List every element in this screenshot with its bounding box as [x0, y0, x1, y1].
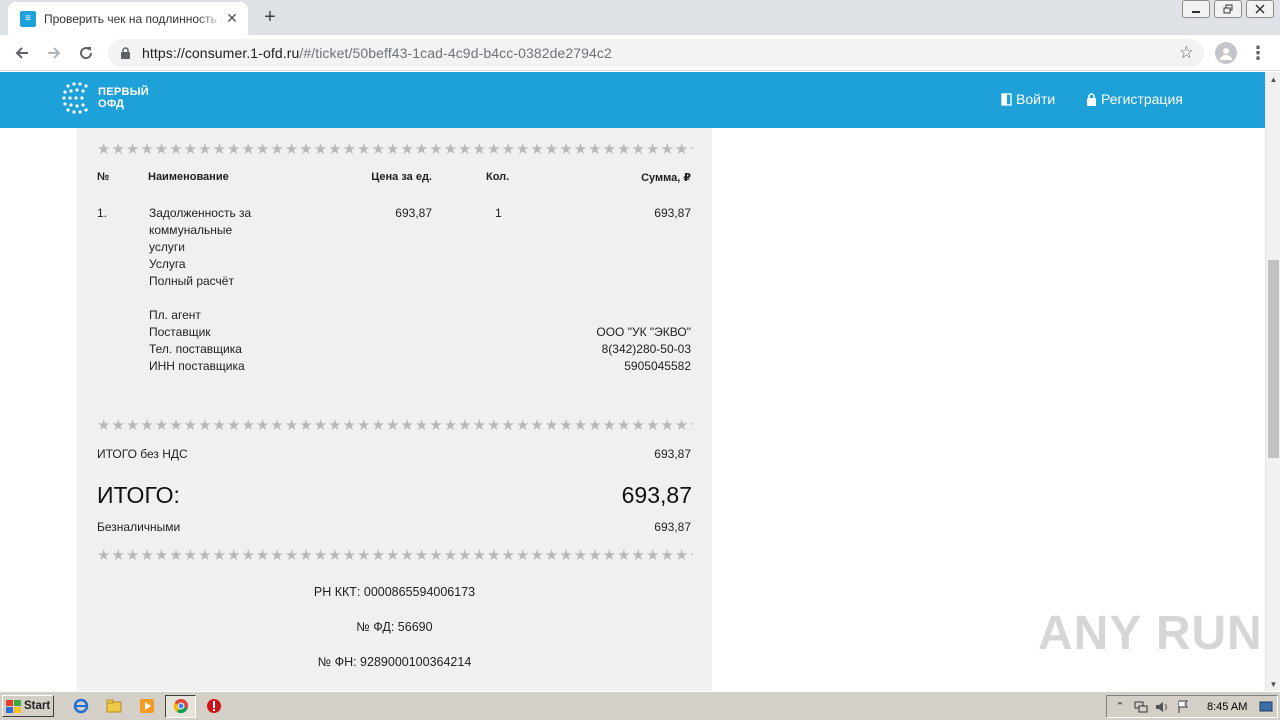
ofd-logo-icon [62, 82, 88, 114]
supplier-inn-label: ИНН поставщика [149, 359, 245, 373]
item-name-line: Задолженность за [149, 206, 252, 220]
receipt: ★★★★★★★★★★★★★★★★★★★★★★★★★★★★★★★★★★★★★★★★… [77, 128, 712, 691]
url-text[interactable]: https://consumer.1-ofd.ru/#/ticket/50bef… [142, 45, 612, 61]
media-player-icon[interactable] [138, 697, 156, 715]
network-icon[interactable] [1133, 699, 1149, 715]
lock-icon[interactable] [118, 46, 132, 60]
scroll-down-icon[interactable]: ▼ [1266, 677, 1280, 691]
show-desktop-icon[interactable] [1258, 699, 1274, 715]
item-qty: 1 [495, 206, 502, 220]
anyrun-watermark: ANY RUN [1038, 607, 1263, 660]
browser-tab-active[interactable]: ≡ Проверить чек на подлинность онлайн ✕ [8, 2, 248, 35]
restore-button[interactable] [1214, 0, 1242, 18]
register-label: Регистрация [1101, 91, 1183, 107]
agent-label: Пл. агент [149, 308, 201, 322]
volume-icon[interactable] [1154, 699, 1170, 715]
opera-stop-icon[interactable] [205, 697, 223, 715]
supplier-phone-value: 8(342)280-50-03 [601, 342, 691, 356]
close-tab-icon[interactable]: ✕ [224, 10, 240, 27]
site-header: ПЕРВЫЙ ОФД Войти Регистрация [0, 72, 1265, 128]
forward-button[interactable] [42, 41, 66, 65]
col-header-num: № [97, 171, 110, 183]
item-name-line: услуги [149, 240, 185, 254]
total-label: ИТОГО: [97, 482, 180, 508]
door-icon [1001, 92, 1012, 106]
system-tray: ⌃ [1106, 695, 1278, 718]
agent-values: ООО "УК "ЭКВО" 8(342)280-50-03 590504558… [491, 307, 691, 375]
url-path: /#/ticket/50beff43-1cad-4c9d-b4cc-0382de… [299, 45, 612, 61]
browser-tab-strip: ≡ Проверить чек на подлинность онлайн ✕ … [0, 0, 1280, 35]
logo-line-2: ОФД [98, 98, 125, 110]
col-header-sum: Сумма, ₽ [641, 172, 691, 184]
windows-taskbar: Start ⌃ 8:45 AM [0, 691, 1280, 720]
receipt-separator: ★★★★★★★★★★★★★★★★★★★★★★★★★★★★★★★★★★★★★★★★… [97, 548, 693, 564]
restore-icon [1223, 4, 1233, 14]
payment-label: Безналичными [97, 520, 181, 534]
supplier-label: Поставщик [149, 325, 211, 339]
item-type: Услуга [149, 257, 186, 271]
subtotal-label: ИТОГО без НДС [97, 447, 188, 461]
item-price: 693,87 [395, 206, 432, 220]
login-link[interactable]: Войти [1001, 91, 1055, 107]
site-favicon-icon: ≡ [20, 10, 36, 27]
receipt-separator: ★★★★★★★★★★★★★★★★★★★★★★★★★★★★★★★★★★★★★★★★… [97, 418, 693, 434]
fn-number: № ФН: 9289000100364214 [317, 655, 472, 669]
logo-line-1: ПЕРВЫЙ [98, 86, 149, 98]
fd-number: № ФД: 56690 [356, 620, 433, 634]
browser-menu-icon[interactable]: ⋮ [1249, 41, 1267, 65]
item-name-line: коммунальные [149, 223, 233, 237]
back-button[interactable] [10, 41, 34, 65]
agent-labels: Пл. агент Поставщик Тел. поставщика ИНН … [149, 307, 245, 375]
rn-kkt: РН ККТ: 0000865594006173 [313, 585, 476, 599]
col-header-price: Цена за ед. [371, 171, 432, 183]
item-sum: 693,87 [654, 206, 691, 220]
profile-avatar-icon[interactable] [1215, 42, 1237, 64]
address-bar[interactable]: https://consumer.1-ofd.ru/#/ticket/50bef… [108, 39, 1204, 67]
minimize-button[interactable] [1182, 0, 1210, 18]
item-name: Задолженность за коммунальные услуги Усл… [149, 205, 251, 290]
action-center-flag-icon[interactable] [1175, 699, 1191, 715]
site-logo[interactable]: ПЕРВЫЙ ОФД [62, 80, 149, 116]
item-payment-method: Полный расчёт [149, 274, 234, 288]
windows-flag-icon [6, 699, 21, 713]
taskbar-clock[interactable]: 8:45 AM [1207, 701, 1247, 713]
receipt-separator: ★★★★★★★★★★★★★★★★★★★★★★★★★★★★★★★★★★★★★★★★… [97, 142, 693, 158]
lock-icon [1087, 92, 1096, 106]
new-tab-button[interactable]: + [258, 5, 282, 29]
chrome-icon[interactable] [172, 697, 190, 715]
internet-explorer-icon[interactable] [72, 697, 90, 715]
url-host: https://consumer.1-ofd.ru [142, 45, 300, 61]
reload-button[interactable] [74, 41, 98, 65]
browser-toolbar: https://consumer.1-ofd.ru/#/ticket/50bef… [0, 35, 1280, 71]
subtotal-value: 693,87 [654, 447, 691, 461]
close-icon [1255, 4, 1265, 14]
register-link[interactable]: Регистрация [1086, 91, 1183, 107]
forward-arrow-icon [48, 47, 61, 59]
close-window-button[interactable] [1246, 0, 1274, 18]
payment-value: 693,87 [654, 520, 691, 534]
login-label: Войти [1016, 91, 1056, 107]
logo-text: ПЕРВЫЙ ОФД [98, 86, 149, 110]
back-arrow-icon [15, 47, 28, 59]
col-header-name: Наименование [148, 171, 229, 183]
tab-title: Проверить чек на подлинность онлайн [44, 11, 224, 26]
scroll-up-icon[interactable]: ▲ [1266, 72, 1280, 86]
supplier-phone-label: Тел. поставщика [149, 342, 242, 356]
window-controls [1182, 0, 1274, 18]
start-button[interactable]: Start [2, 695, 54, 717]
tray-expand-icon[interactable]: ⌃ [1112, 699, 1128, 715]
explorer-folder-icon[interactable] [105, 697, 123, 715]
col-header-qty: Кол. [486, 171, 510, 183]
bookmark-star-icon[interactable]: ☆ [1179, 43, 1194, 63]
agent-value [491, 307, 691, 324]
scroll-thumb[interactable] [1268, 260, 1279, 458]
page-scrollbar[interactable]: ▲ ▼ [1265, 72, 1280, 691]
total-value: 693,87 [621, 482, 692, 508]
minimize-icon [1192, 11, 1200, 13]
start-label: Start [24, 700, 51, 712]
item-number: 1. [97, 206, 108, 220]
reload-icon [80, 47, 93, 60]
supplier-value: ООО "УК "ЭКВО" [596, 325, 691, 339]
supplier-inn-value: 5905045582 [624, 359, 691, 373]
